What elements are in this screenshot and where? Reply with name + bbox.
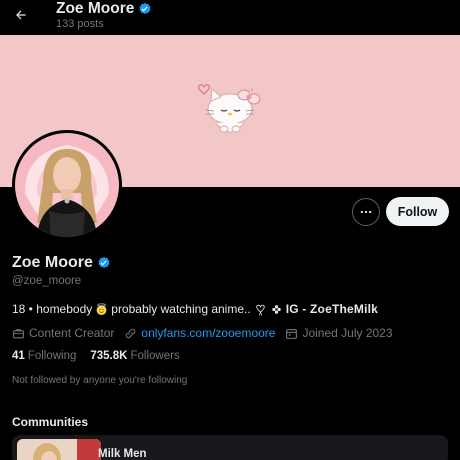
- profile-page: Zoe Moore 133 posts Follow Zoe Moore @zo…: [0, 0, 460, 460]
- profile-name-text: Zoe Moore: [12, 254, 93, 271]
- website-link[interactable]: onlyfans.com/zooemoore: [141, 326, 275, 340]
- bio-text: 18 • homebody: [12, 302, 93, 316]
- avatar-illustration: [15, 133, 119, 237]
- header-post-count: 133 posts: [56, 18, 104, 30]
- header-title-text: Zoe Moore: [56, 0, 135, 17]
- profile-handle: @zoe_moore: [12, 275, 82, 287]
- avatar-photo: [15, 133, 119, 237]
- joined-label: Joined July 2023: [302, 326, 393, 340]
- bio-text-2: probably watching anime..: [111, 302, 251, 316]
- following-link[interactable]: 41 Following: [12, 350, 76, 362]
- verified-badge-icon: [139, 2, 151, 15]
- more-horizontal-icon: [360, 210, 372, 214]
- not-followed-note: Not followed by anyone you're following: [12, 375, 188, 386]
- following-count: 41: [12, 350, 25, 362]
- follow-stats: 41 Following 735.8K Followers: [12, 350, 194, 362]
- verified-badge-icon[interactable]: [97, 256, 111, 270]
- link-icon: [126, 328, 136, 338]
- profile-meta: Content Creator onlyfans.com/zooemoore J…: [12, 326, 403, 340]
- back-button[interactable]: [8, 2, 34, 28]
- website-item[interactable]: onlyfans.com/zooemoore: [124, 326, 275, 340]
- community-name: Milk Men: [98, 448, 147, 460]
- category-item: Content Creator: [12, 326, 114, 340]
- communities-heading: Communities: [12, 415, 89, 429]
- profile-name: Zoe Moore: [12, 254, 111, 272]
- calendar-icon: [286, 328, 298, 339]
- followers-link[interactable]: 735.8K Followers: [90, 350, 179, 362]
- more-options-button[interactable]: [352, 198, 380, 226]
- heart-ribbon-icon: [255, 304, 265, 315]
- bio-instagram: IG - ZoeTheMilk: [285, 302, 379, 316]
- category-label: Content Creator: [29, 326, 115, 340]
- community-card[interactable]: Milk Men: [12, 435, 448, 460]
- community-photo: [17, 439, 101, 460]
- followers-count: 735.8K: [90, 350, 128, 362]
- followers-label: Followers: [130, 350, 180, 362]
- follow-button[interactable]: Follow: [386, 197, 449, 226]
- profile-bio: 18 • homebody probably watching anime.. …: [12, 302, 378, 316]
- flower-icon: [271, 304, 281, 314]
- header-title: Zoe Moore: [56, 0, 152, 18]
- following-label: Following: [27, 350, 77, 362]
- avatar[interactable]: [12, 130, 122, 240]
- joined-item: Joined July 2023: [285, 326, 393, 340]
- top-bar: Zoe Moore 133 posts: [0, 0, 460, 35]
- smiling-face-with-halo-icon: [96, 302, 107, 315]
- community-thumbnail: [17, 439, 101, 460]
- hello-kitty-banner-image: [197, 84, 261, 133]
- arrow-left-icon: [16, 10, 26, 20]
- briefcase-icon: [13, 328, 24, 338]
